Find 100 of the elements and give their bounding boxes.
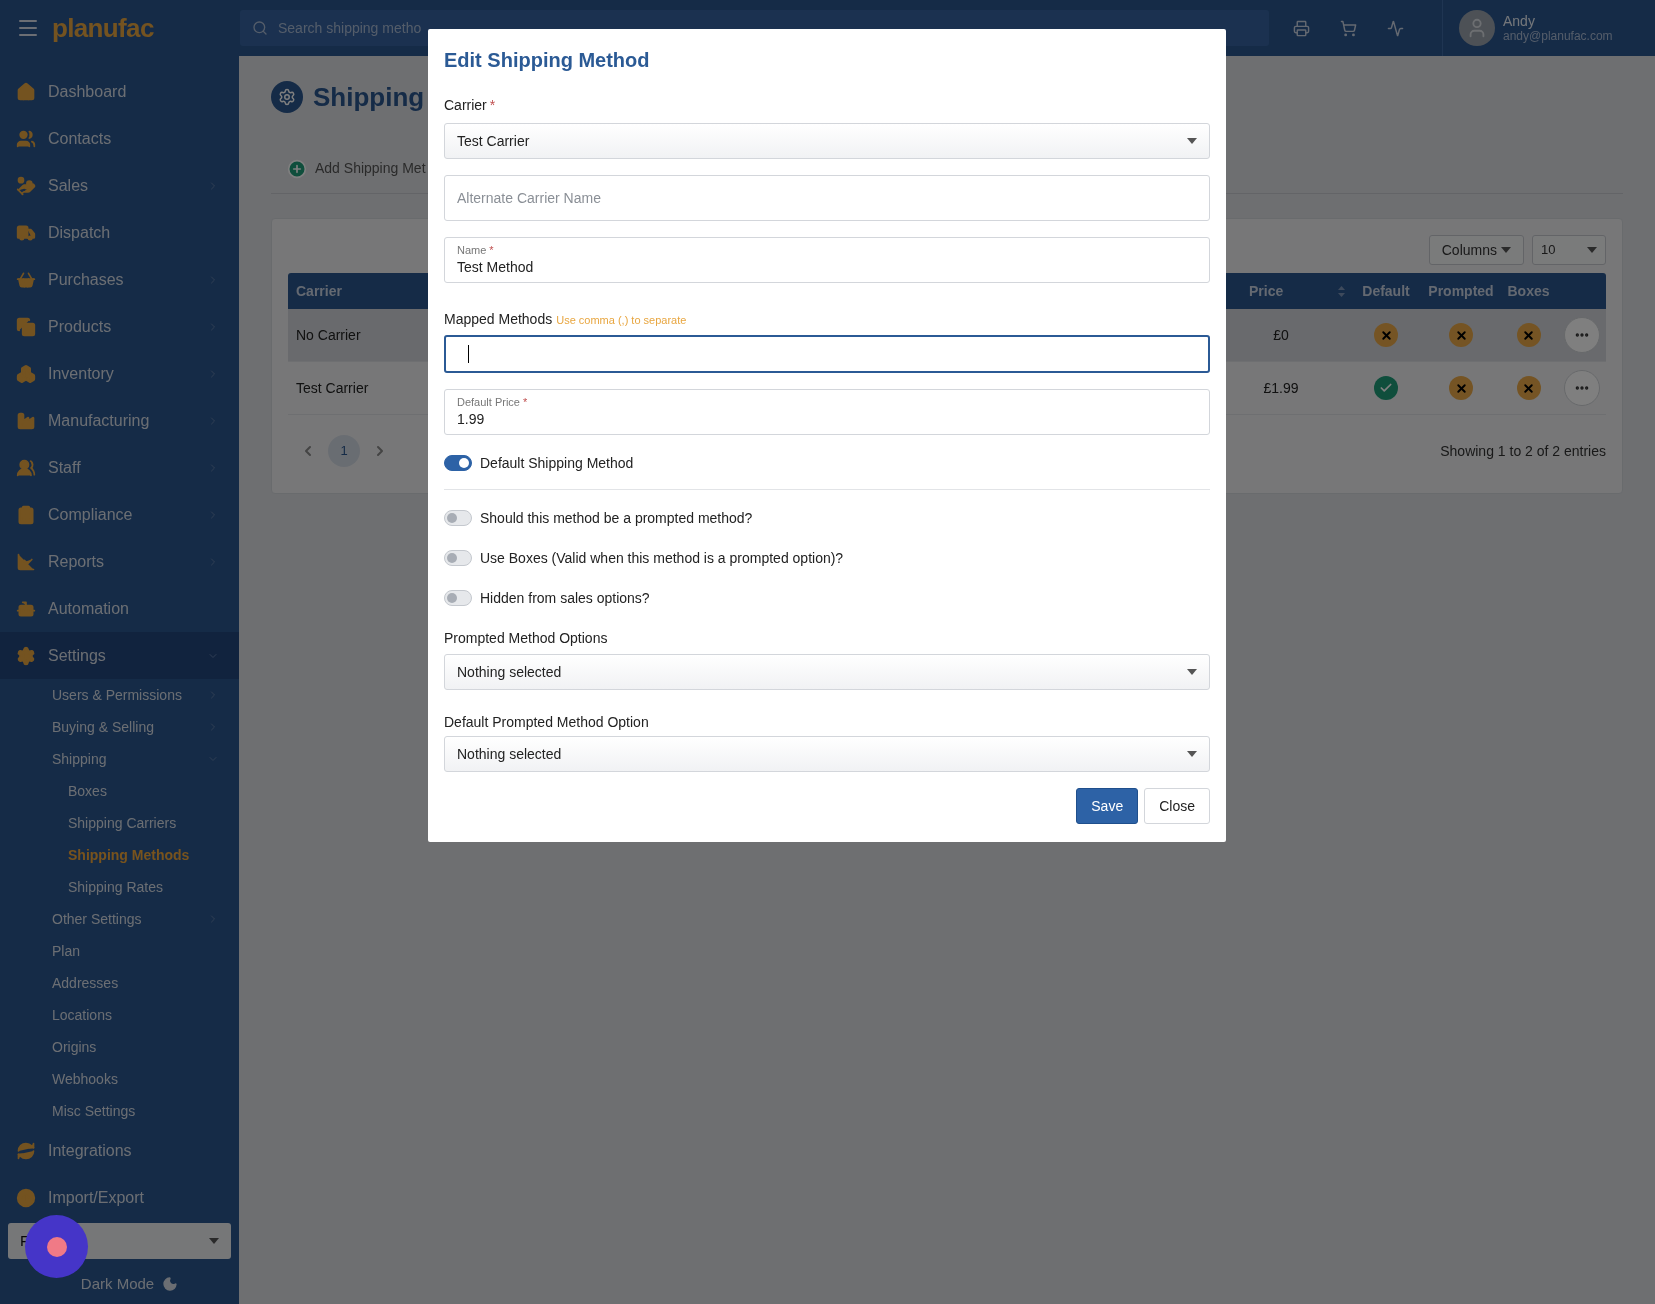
column-header[interactable]: Price bbox=[1249, 280, 1284, 302]
page-size-select[interactable]: 10 bbox=[1532, 235, 1606, 265]
table-cell-text: No Carrier bbox=[295, 325, 361, 345]
column-header: Carrier bbox=[295, 281, 342, 301]
refresh-icon bbox=[16, 1140, 36, 1161]
copy-icon bbox=[16, 316, 36, 337]
more-button[interactable] bbox=[1563, 370, 1600, 406]
house-icon bbox=[16, 81, 36, 102]
basket-icon bbox=[16, 269, 36, 290]
sidebar-item[interactable]: Shipping Rates bbox=[0, 871, 239, 903]
sidebar-item[interactable]: Products bbox=[0, 303, 239, 350]
sidebar-item[interactable]: Dispatch bbox=[0, 209, 239, 256]
moon-icon[interactable] bbox=[162, 1276, 179, 1293]
save-button[interactable]: Save bbox=[1076, 788, 1139, 824]
sidebar-item[interactable]: Buying & Selling bbox=[0, 711, 239, 743]
clipboard-icon bbox=[16, 504, 36, 525]
required-mark: * bbox=[489, 243, 494, 257]
sidebar-item[interactable]: Integrations bbox=[0, 1127, 239, 1174]
sidebar-item[interactable]: Manufacturing bbox=[0, 397, 239, 444]
table-cell-text: Test Carrier bbox=[295, 378, 369, 398]
field-label: Default Prompted Method Option bbox=[444, 713, 650, 732]
dialog-title: Edit Shipping Method bbox=[444, 48, 651, 73]
people-icon bbox=[16, 457, 36, 478]
cart-icon[interactable] bbox=[1340, 19, 1357, 37]
field-value: Test Method bbox=[457, 258, 535, 277]
sidebar-item[interactable]: Other Settings bbox=[0, 903, 239, 935]
text-field[interactable]: Name * Test Method bbox=[444, 237, 1210, 283]
boxes-icon bbox=[16, 363, 36, 384]
dark-mode-label[interactable]: Dark Mode bbox=[80, 1273, 155, 1296]
settings-icon bbox=[271, 81, 303, 113]
text-field[interactable]: Default Price * 1.99 bbox=[444, 389, 1210, 435]
sidebar-item[interactable]: Dashboard bbox=[0, 68, 239, 115]
table-cell-text: £0 bbox=[1273, 325, 1290, 345]
sidebar-item[interactable]: Settings bbox=[0, 632, 239, 679]
search-icon bbox=[252, 20, 268, 36]
sidebar-item[interactable]: Contacts bbox=[0, 115, 239, 162]
sidebar-item[interactable]: Inventory bbox=[0, 350, 239, 397]
entries-info: Showing 1 to 2 of 2 entries bbox=[1440, 441, 1606, 461]
column-header: Default bbox=[1362, 281, 1410, 301]
plus-icon bbox=[287, 158, 307, 179]
field-label: Mapped Methods bbox=[444, 310, 553, 329]
avatar[interactable] bbox=[1459, 10, 1495, 46]
sidebar-item[interactable]: Compliance bbox=[0, 491, 239, 538]
toggle-switch[interactable] bbox=[444, 590, 472, 606]
sidebar-item[interactable]: Shipping Carriers bbox=[0, 807, 239, 839]
toggle-switch[interactable] bbox=[444, 510, 472, 526]
user-email: andy@planufac.com bbox=[1503, 28, 1613, 44]
columns-button[interactable]: Columns bbox=[1428, 235, 1524, 265]
column-header: Boxes bbox=[1507, 281, 1550, 301]
field-label: Prompted Method Options bbox=[444, 629, 609, 648]
select-field[interactable]: Nothing selected bbox=[444, 654, 1210, 690]
sidebar-item[interactable]: Reports bbox=[0, 538, 239, 585]
caret-icon bbox=[1187, 751, 1197, 757]
page-button[interactable]: 1 bbox=[328, 435, 360, 467]
caret-icon bbox=[1187, 669, 1197, 675]
column-header: Prompted bbox=[1428, 281, 1494, 301]
caret-icon bbox=[1187, 138, 1197, 144]
hand-coin-icon bbox=[16, 175, 36, 196]
text-cursor bbox=[468, 345, 469, 363]
sidebar-item[interactable]: Locations bbox=[0, 999, 239, 1031]
sidebar-item[interactable]: Addresses bbox=[0, 967, 239, 999]
select-field[interactable]: Nothing selected bbox=[444, 736, 1210, 772]
toggle-switch[interactable] bbox=[444, 550, 472, 566]
field-label: Default Price bbox=[457, 395, 520, 409]
caret-icon bbox=[1501, 247, 1511, 253]
field-label: Name bbox=[457, 243, 487, 257]
sidebar-item[interactable]: Sales bbox=[0, 162, 239, 209]
page-title: Shipping bbox=[313, 80, 425, 114]
sidebar-item[interactable]: Automation bbox=[0, 585, 239, 632]
field-hint: Use comma (,) to separate bbox=[556, 313, 687, 328]
sidebar-item[interactable]: Boxes bbox=[0, 775, 239, 807]
sidebar-item[interactable]: Shipping bbox=[0, 743, 239, 775]
sidebar-item[interactable]: Purchases bbox=[0, 256, 239, 303]
sort-icon[interactable] bbox=[1338, 285, 1345, 297]
printer-icon[interactable] bbox=[1293, 19, 1310, 37]
toggle-switch[interactable] bbox=[444, 455, 472, 471]
toggle-label: Use Boxes (Valid when this method is a prompted option)? bbox=[480, 548, 844, 568]
select-field[interactable]: Test Carrier bbox=[444, 123, 1210, 159]
close-button[interactable]: Close bbox=[1144, 788, 1210, 824]
sidebar-item[interactable]: Users & Permissions bbox=[0, 679, 239, 711]
toggle-label: Hidden from sales options? bbox=[480, 588, 650, 608]
add-shipping-method-button[interactable]: Add Shipping Met bbox=[287, 158, 426, 179]
factory-icon bbox=[16, 410, 36, 431]
sidebar-item[interactable]: Plan bbox=[0, 935, 239, 967]
sidebar-item[interactable]: Misc Settings bbox=[0, 1095, 239, 1127]
caret-icon bbox=[1587, 247, 1597, 253]
settings-icon bbox=[16, 645, 36, 666]
toggle-label: Should this method be a prompted method? bbox=[480, 508, 753, 528]
text-field[interactable]: Alternate Carrier Name bbox=[444, 175, 1210, 221]
user-name: Andy bbox=[1503, 12, 1536, 29]
sidebar-item[interactable]: Shipping Methods bbox=[0, 839, 239, 871]
sidebar-item[interactable]: Webhooks bbox=[0, 1063, 239, 1095]
sidebar-item[interactable]: Origins bbox=[0, 1031, 239, 1063]
mapped-methods-field[interactable] bbox=[444, 335, 1210, 373]
caret-icon bbox=[209, 1238, 219, 1244]
logo: planufac bbox=[52, 11, 154, 45]
people-icon bbox=[16, 128, 36, 149]
sidebar-item[interactable]: Staff bbox=[0, 444, 239, 491]
pulse-icon[interactable] bbox=[1387, 19, 1404, 37]
field-label: Carrier bbox=[444, 96, 487, 115]
